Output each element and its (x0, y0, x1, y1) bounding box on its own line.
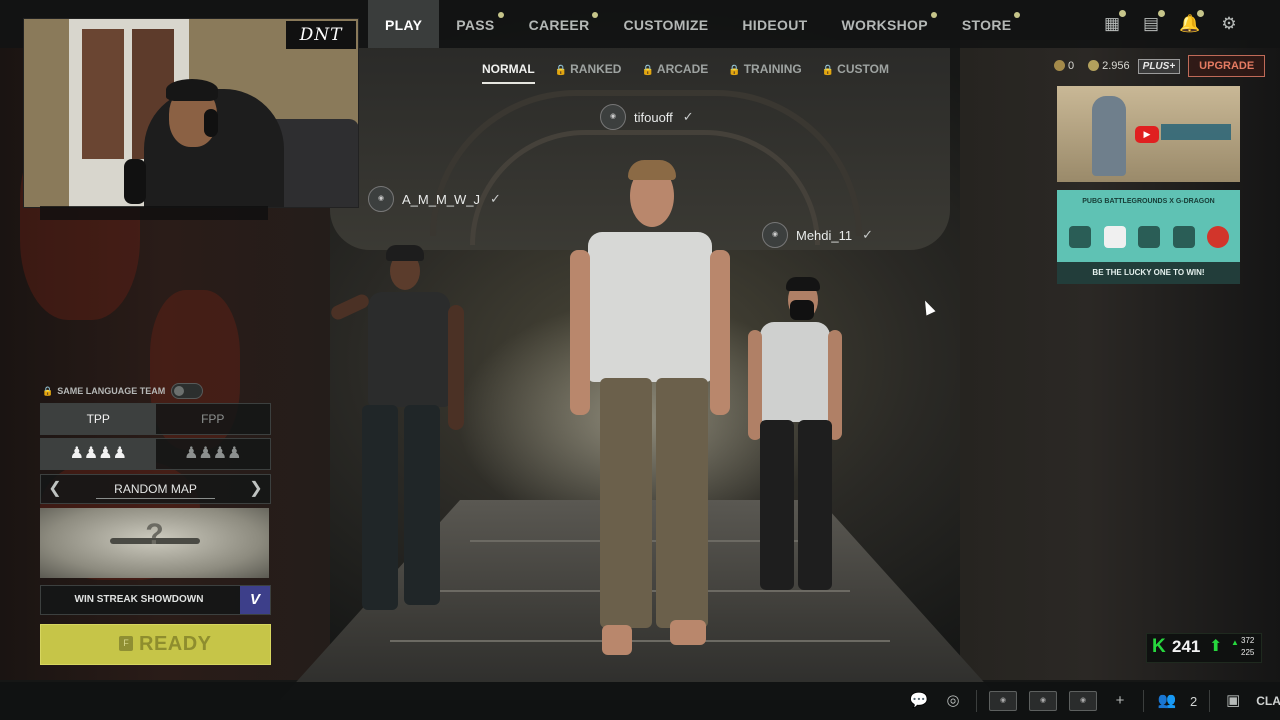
friends-count: 2 (1190, 693, 1198, 709)
nav-career[interactable]: CAREER (512, 0, 607, 48)
perspective-selector: TPP FPP (40, 403, 271, 435)
promo-event-banner[interactable]: PUBG BATTLEGROUNDS X G-DRAGON BE THE LUC… (1057, 190, 1240, 284)
inventory-icon[interactable]: ▦ (1101, 10, 1126, 35)
streamer-logo: DNT (286, 21, 356, 49)
main-nav: PLAY PASS CAREER CUSTOMIZE HIDEOUT WORKSHOP ST… (368, 0, 1028, 48)
same-language-team: 🔒 SAME LANGUAGE TEAM (42, 383, 204, 399)
squad-option-selected[interactable]: ♟♟♟♟ (41, 439, 156, 469)
up-arrow-icon: ⬆ (1209, 638, 1223, 655)
rank-badge-icon: ◉ (762, 222, 788, 248)
notifications-icon[interactable]: 🔔 (1179, 10, 1204, 35)
settings-icon[interactable]: ⚙ (1218, 13, 1240, 35)
gcoin-balance: 2.956 (1088, 60, 1130, 72)
plus-badge[interactable]: PLUS+ (1137, 58, 1181, 74)
upgrade-button[interactable]: UPGRADE (1188, 55, 1266, 77)
tpp-option[interactable]: TPP (41, 404, 156, 434)
nav-pass[interactable]: PASS (439, 0, 511, 48)
mode-tab-normal[interactable]: NORMAL (482, 62, 535, 84)
nav-workshop[interactable]: WORKSHOP (824, 0, 944, 48)
promo-video-banner[interactable]: ▶ (1057, 86, 1240, 182)
prev-map-icon[interactable]: ❮ (41, 475, 69, 503)
squad-selector: ♟♟♟♟ ♟♟♟♟ (40, 438, 271, 470)
promo-header: PUBG BATTLEGROUNDS X G-DRAGON (1082, 198, 1215, 205)
party-slot[interactable]: ◉ (1029, 691, 1057, 711)
bp-coin-icon (1054, 60, 1065, 71)
player-tag[interactable]: ◉ Mehdi_11 ✓ (762, 222, 873, 248)
lock-icon: 🔒 (728, 65, 741, 76)
event-label: WIN STREAK SHOWDOWN (74, 594, 204, 605)
stream-kill-counter: K 241 ⬆ ▲ 372 225 (1146, 633, 1262, 663)
random-map-glyph: ? (145, 518, 164, 551)
chat-icon[interactable]: 💬 (908, 690, 930, 712)
ready-check-icon: ✓ (862, 227, 874, 242)
notification-dot (1014, 12, 1021, 18)
kill-count: 241 (1172, 637, 1201, 656)
promo-footer: BE THE LUCKY ONE TO WIN! (1057, 262, 1240, 284)
ready-check-icon: ✓ (490, 191, 501, 206)
mode-tab-arcade[interactable]: 🔒 ARCADE (641, 62, 708, 84)
map-selector: ❮ RANDOM MAP ❯ (40, 474, 271, 504)
lock-icon: 🔒 (821, 65, 835, 76)
play-video-icon: ▶ (1135, 126, 1159, 143)
gcoin-icon (1088, 60, 1100, 71)
add-friend-icon[interactable]: + (1109, 690, 1131, 712)
friends-icon[interactable]: 👥 (1156, 690, 1178, 712)
same-language-toggle[interactable] (171, 383, 204, 399)
notification-dot (930, 12, 937, 18)
nav-hideout[interactable]: HIDEOUT (725, 0, 824, 48)
ready-hotkey: F (119, 636, 133, 651)
mode-tab-custom[interactable]: 🔒 CUSTOM (822, 62, 889, 84)
bottom-controls: 💬 ◎ ◉ ◉ ◉ + 👥 2 ▣ CLAN (908, 690, 1280, 712)
lock-icon: 🔒 (641, 65, 654, 76)
top-icons: ▦ ▤ 🔔 ⚙ (1101, 10, 1240, 35)
rank-badge-icon: ◉ (600, 104, 626, 130)
clan-icon[interactable]: ▣ (1222, 690, 1244, 712)
clan-label[interactable]: CLAN (1256, 694, 1280, 708)
player-name: tifouoff (634, 109, 673, 125)
bp-balance: 0 (1054, 60, 1074, 72)
lock-icon: 🔒 (554, 65, 568, 76)
party-slot[interactable]: ◉ (1069, 691, 1097, 711)
event-mode[interactable]: WIN STREAK SHOWDOWN V (40, 585, 271, 615)
mode-tab-ranked[interactable]: 🔒 RANKED (555, 62, 622, 84)
event-badge-icon: V (240, 586, 270, 614)
currency-bar: 0 2.956 PLUS+ UPGRADE (1054, 55, 1266, 77)
notification-dot (497, 12, 504, 18)
ready-button[interactable]: F READY (40, 624, 271, 665)
webcam-overlay: DNT (23, 18, 359, 208)
rank-badge-icon: ◉ (368, 186, 394, 212)
map-preview[interactable]: ? (40, 508, 269, 578)
squad-option[interactable]: ♟♟♟♟ (156, 439, 271, 469)
ready-check-icon: ✓ (682, 109, 694, 124)
viewer-icon: ▲ (1231, 638, 1239, 647)
ready-label: READY (139, 633, 212, 655)
player-tag[interactable]: ◉ tifouoff ✓ (600, 104, 694, 130)
news-icon[interactable]: ▤ (1140, 10, 1165, 35)
kill-icon: K (1152, 636, 1166, 657)
nav-play[interactable]: PLAY (368, 0, 440, 48)
mode-tab-training[interactable]: 🔒 TRAINING (728, 62, 801, 84)
party-slot[interactable]: ◉ (989, 691, 1017, 711)
notification-dot (592, 12, 599, 18)
player-name: A_M_M_W_J (402, 191, 481, 207)
radar-icon[interactable]: ◎ (942, 690, 964, 712)
stat-sub-1: 372 (1241, 636, 1255, 645)
mode-tabs: NORMAL 🔒 RANKED 🔒 ARCADE 🔒 TRAINING 🔒 CUSTOM (482, 62, 889, 84)
lock-icon: 🔒 (42, 385, 54, 396)
player-name: Mehdi_11 (796, 227, 853, 243)
nav-store[interactable]: STORE (945, 0, 1028, 48)
next-map-icon[interactable]: ❯ (242, 475, 270, 503)
fpp-option[interactable]: FPP (156, 404, 271, 434)
stat-sub-2: 225 (1241, 648, 1255, 657)
player-tag[interactable]: ◉ A_M_M_W_J ✓ (368, 186, 501, 212)
nav-customize[interactable]: CUSTOMIZE (606, 0, 725, 48)
